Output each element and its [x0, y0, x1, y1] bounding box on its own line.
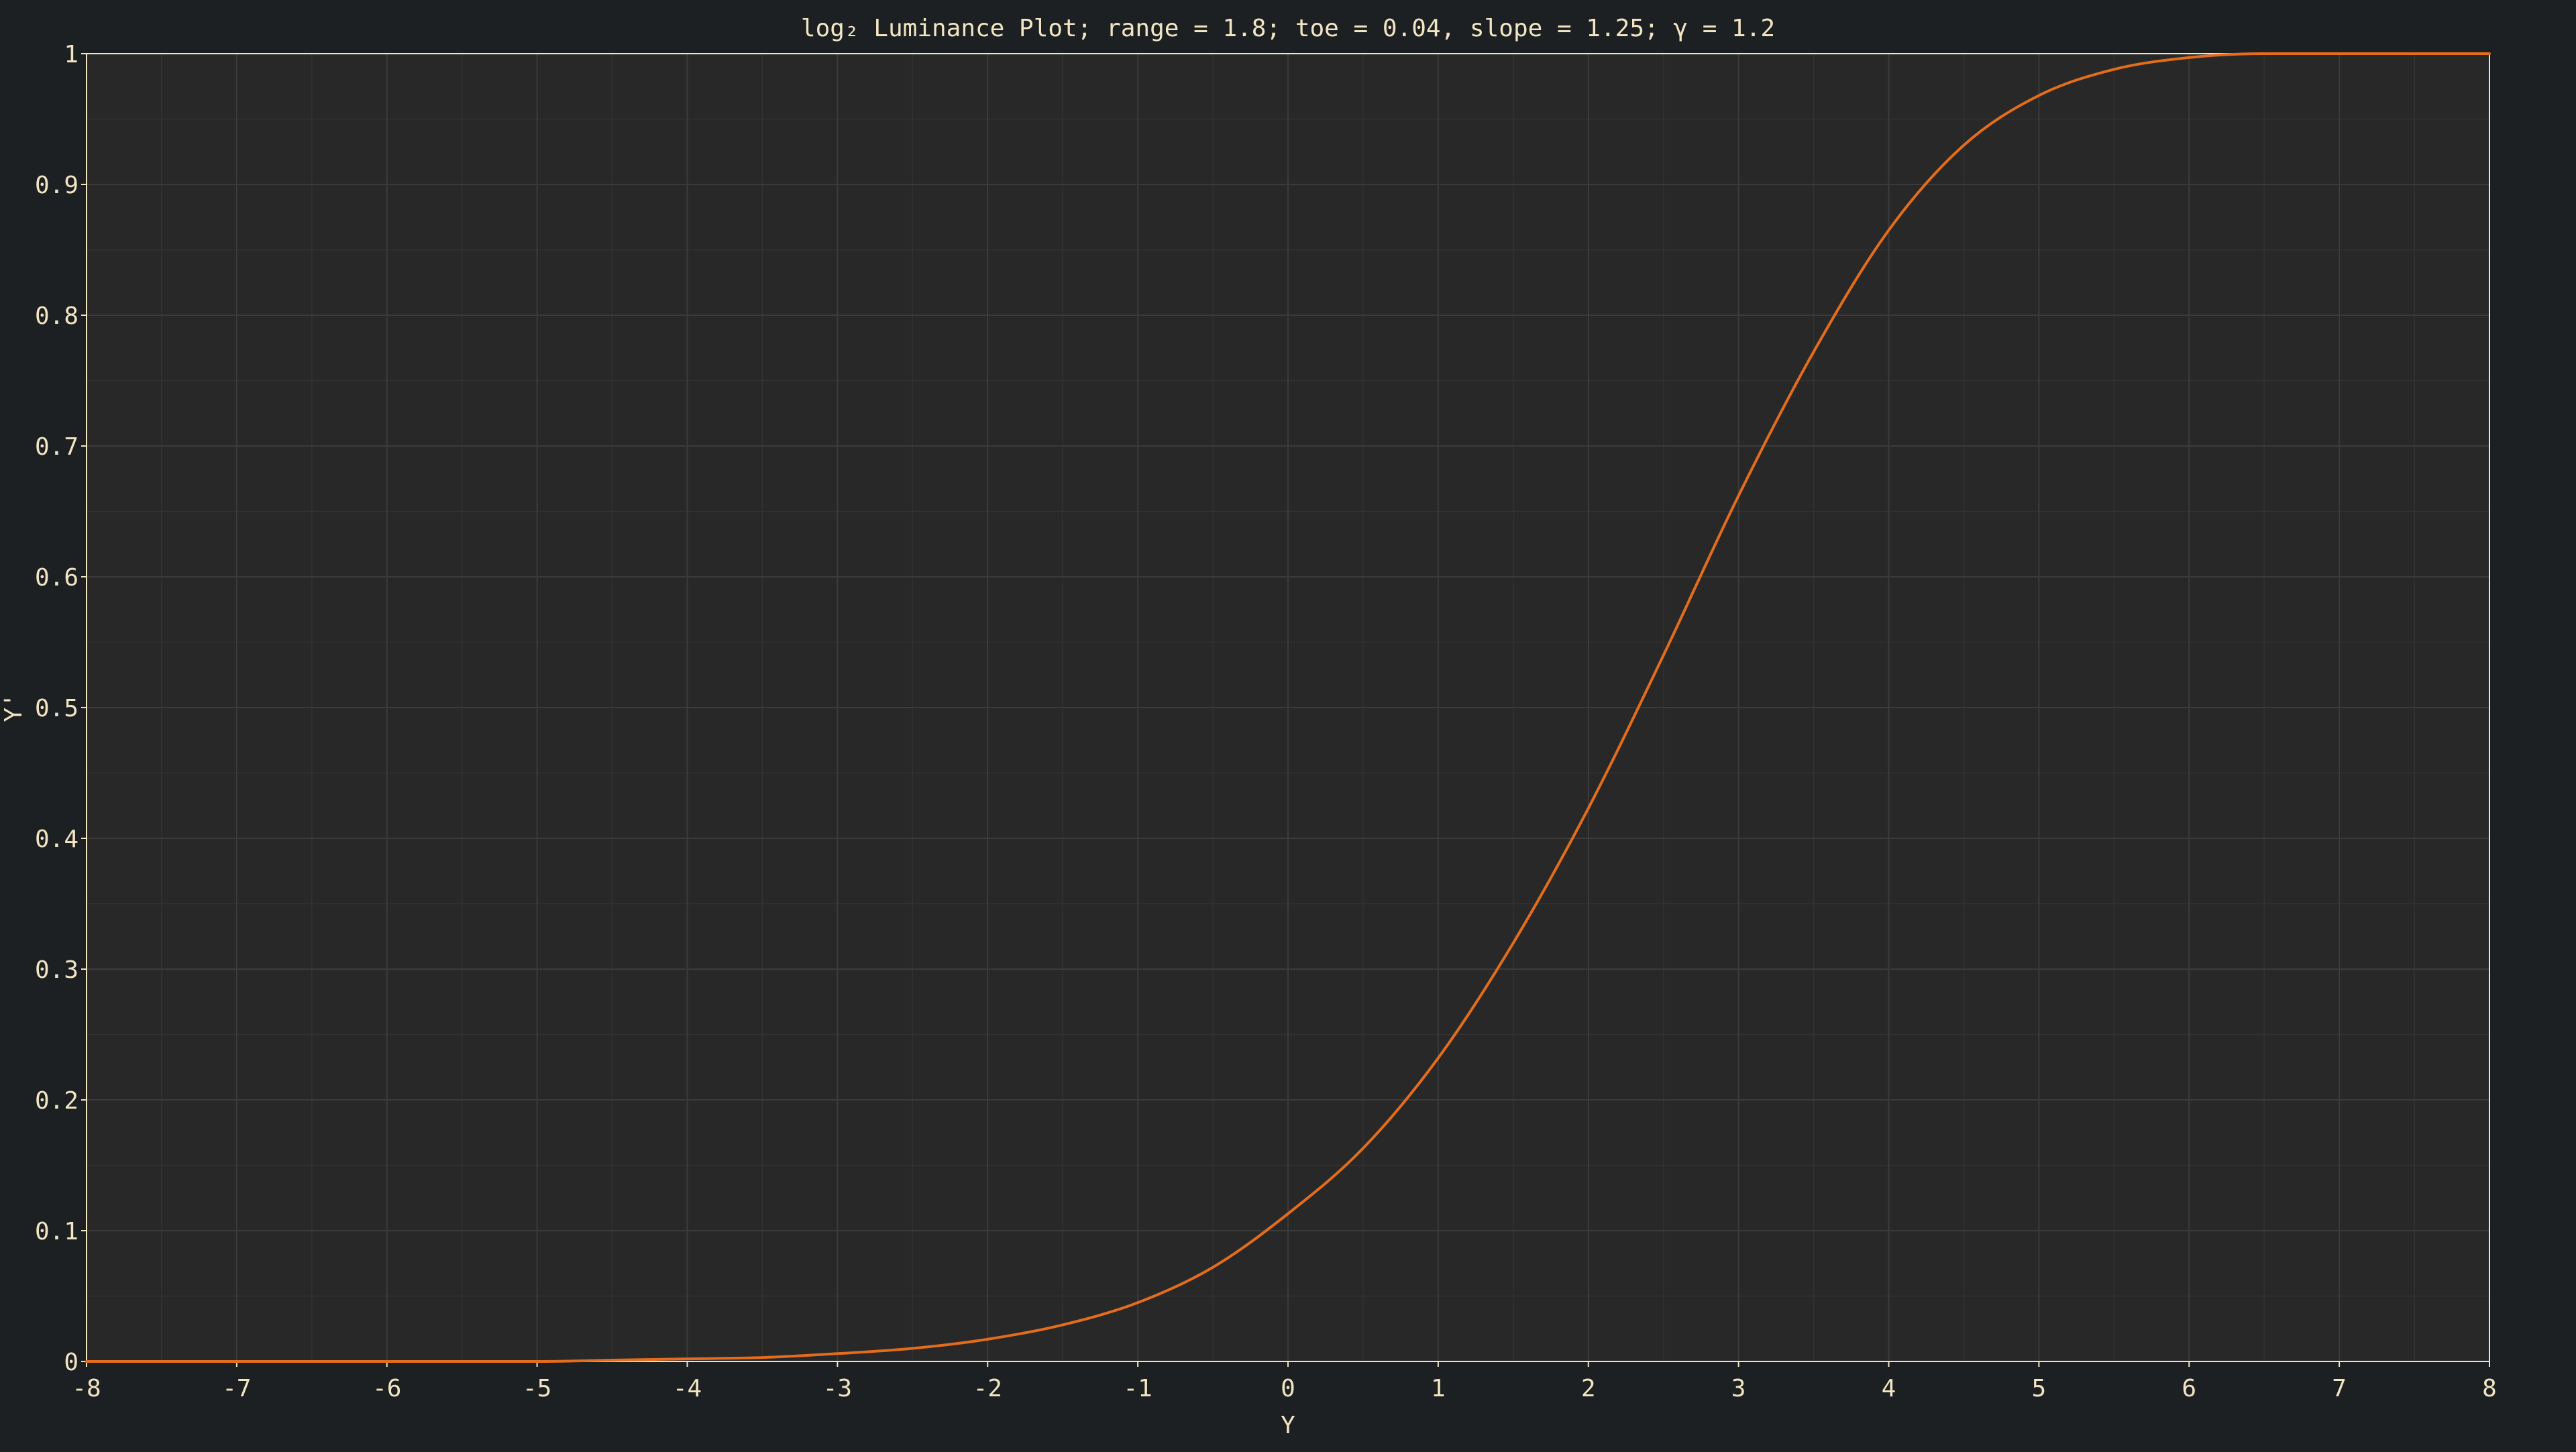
- x-tick-label: -7: [222, 1375, 251, 1402]
- x-axis-ticks: -8 -7 -6 -5 -4 -3 -2 -1 0 1 2 3 4 5 6 7 8: [72, 1361, 2497, 1402]
- chart-container: -8 -7 -6 -5 -4 -3 -2 -1 0 1 2 3 4 5 6 7 8 0 0.1 0.2 0.3 0.4 0…: [0, 0, 2576, 1449]
- x-tick-label: 3: [1731, 1375, 1746, 1402]
- x-tick-label: 8: [2482, 1375, 2497, 1402]
- x-tick-label: -8: [72, 1375, 101, 1402]
- x-tick-label: 7: [2332, 1375, 2347, 1402]
- x-tick-label: -6: [372, 1375, 401, 1402]
- y-tick-label: 0: [64, 1349, 78, 1376]
- y-tick-label: 0.3: [35, 956, 78, 984]
- x-tick-label: -5: [523, 1375, 551, 1402]
- chart-title: log₂ Luminance Plot; range = 1.8; toe = …: [801, 15, 1775, 42]
- y-tick-label: 0.9: [35, 172, 78, 199]
- x-tick-label: 4: [1882, 1375, 1896, 1402]
- x-axis-title: Y: [1281, 1412, 1295, 1439]
- y-tick-label: 0.8: [35, 302, 78, 330]
- x-tick-label: -3: [823, 1375, 852, 1402]
- x-tick-label: 1: [1431, 1375, 1446, 1402]
- x-tick-label: -2: [973, 1375, 1002, 1402]
- y-tick-label: 0.2: [35, 1087, 78, 1115]
- y-tick-label: 0.4: [35, 826, 78, 853]
- y-axis-ticks: 0 0.1 0.2 0.3 0.4 0.5 0.6 0.7 0.8 0.9 1: [35, 41, 87, 1376]
- x-tick-label: 2: [1581, 1375, 1596, 1402]
- y-axis-title: Y': [0, 693, 28, 722]
- luminance-chart: -8 -7 -6 -5 -4 -3 -2 -1 0 1 2 3 4 5 6 7 8 00.10.20.30.40…: [0, 15, 2497, 1439]
- x-tick-label: 0: [1281, 1375, 1295, 1402]
- y-tick-label: 1: [64, 41, 78, 68]
- x-tick-label: -4: [673, 1375, 702, 1402]
- x-tick-label: 5: [2032, 1375, 2047, 1402]
- y-tick-label: 0.1: [35, 1218, 78, 1245]
- y-tick-label: 0.5: [35, 695, 78, 722]
- y-tick-label: 0.6: [35, 564, 78, 592]
- x-tick-label: -1: [1123, 1375, 1152, 1402]
- y-tick-label: 0.7: [35, 433, 78, 461]
- x-tick-label: 6: [2182, 1375, 2196, 1402]
